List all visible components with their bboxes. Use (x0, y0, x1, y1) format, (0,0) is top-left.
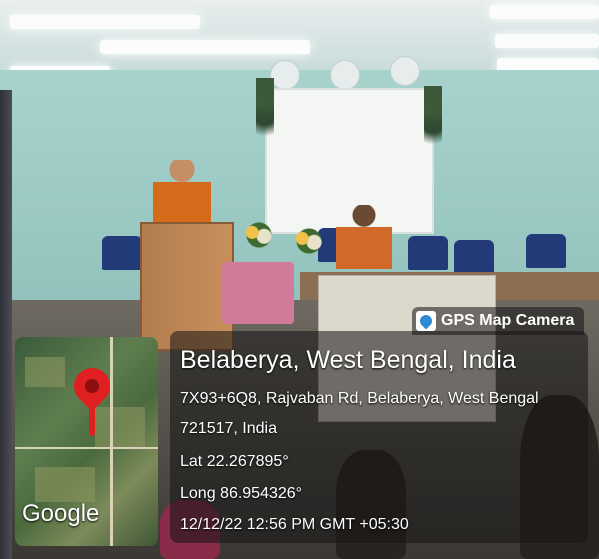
badge-label: GPS Map Camera (441, 312, 575, 329)
timestamp: 12/12/22 12:56 PM GMT +05:30 (180, 516, 409, 533)
wall-fan (330, 60, 360, 90)
wall-fan (390, 56, 420, 86)
map-field (35, 467, 95, 502)
seated-guest (336, 205, 392, 269)
address-line-2: 721517, India (180, 420, 277, 437)
chair (408, 236, 448, 270)
map-attribution: Google (22, 500, 100, 527)
garland (256, 78, 274, 138)
ceiling-light (100, 40, 310, 54)
address-line-1: 7X93+6Q8, Rajvaban Rd, Belaberya, West B… (180, 390, 539, 407)
chair (454, 240, 494, 274)
ceiling-light (10, 15, 200, 29)
map-road (110, 337, 113, 546)
map-field (25, 357, 65, 387)
speaker-monk (153, 160, 211, 224)
longitude: Long 86.954326° (180, 485, 303, 502)
garland (424, 86, 442, 146)
wall-fan (270, 60, 300, 90)
flowers (242, 222, 276, 248)
table-cloth (222, 262, 294, 324)
ceiling-light (495, 34, 599, 48)
map-road (15, 447, 158, 449)
flowers (292, 228, 326, 254)
curtain (0, 90, 12, 559)
latitude: Lat 22.267895° (180, 453, 289, 470)
chair (526, 234, 566, 268)
chair (102, 236, 142, 270)
map-field (95, 407, 145, 447)
map-pin-icon (416, 311, 436, 331)
location-title: Belaberya, West Bengal, India (180, 346, 516, 374)
ceiling-light (490, 5, 599, 19)
